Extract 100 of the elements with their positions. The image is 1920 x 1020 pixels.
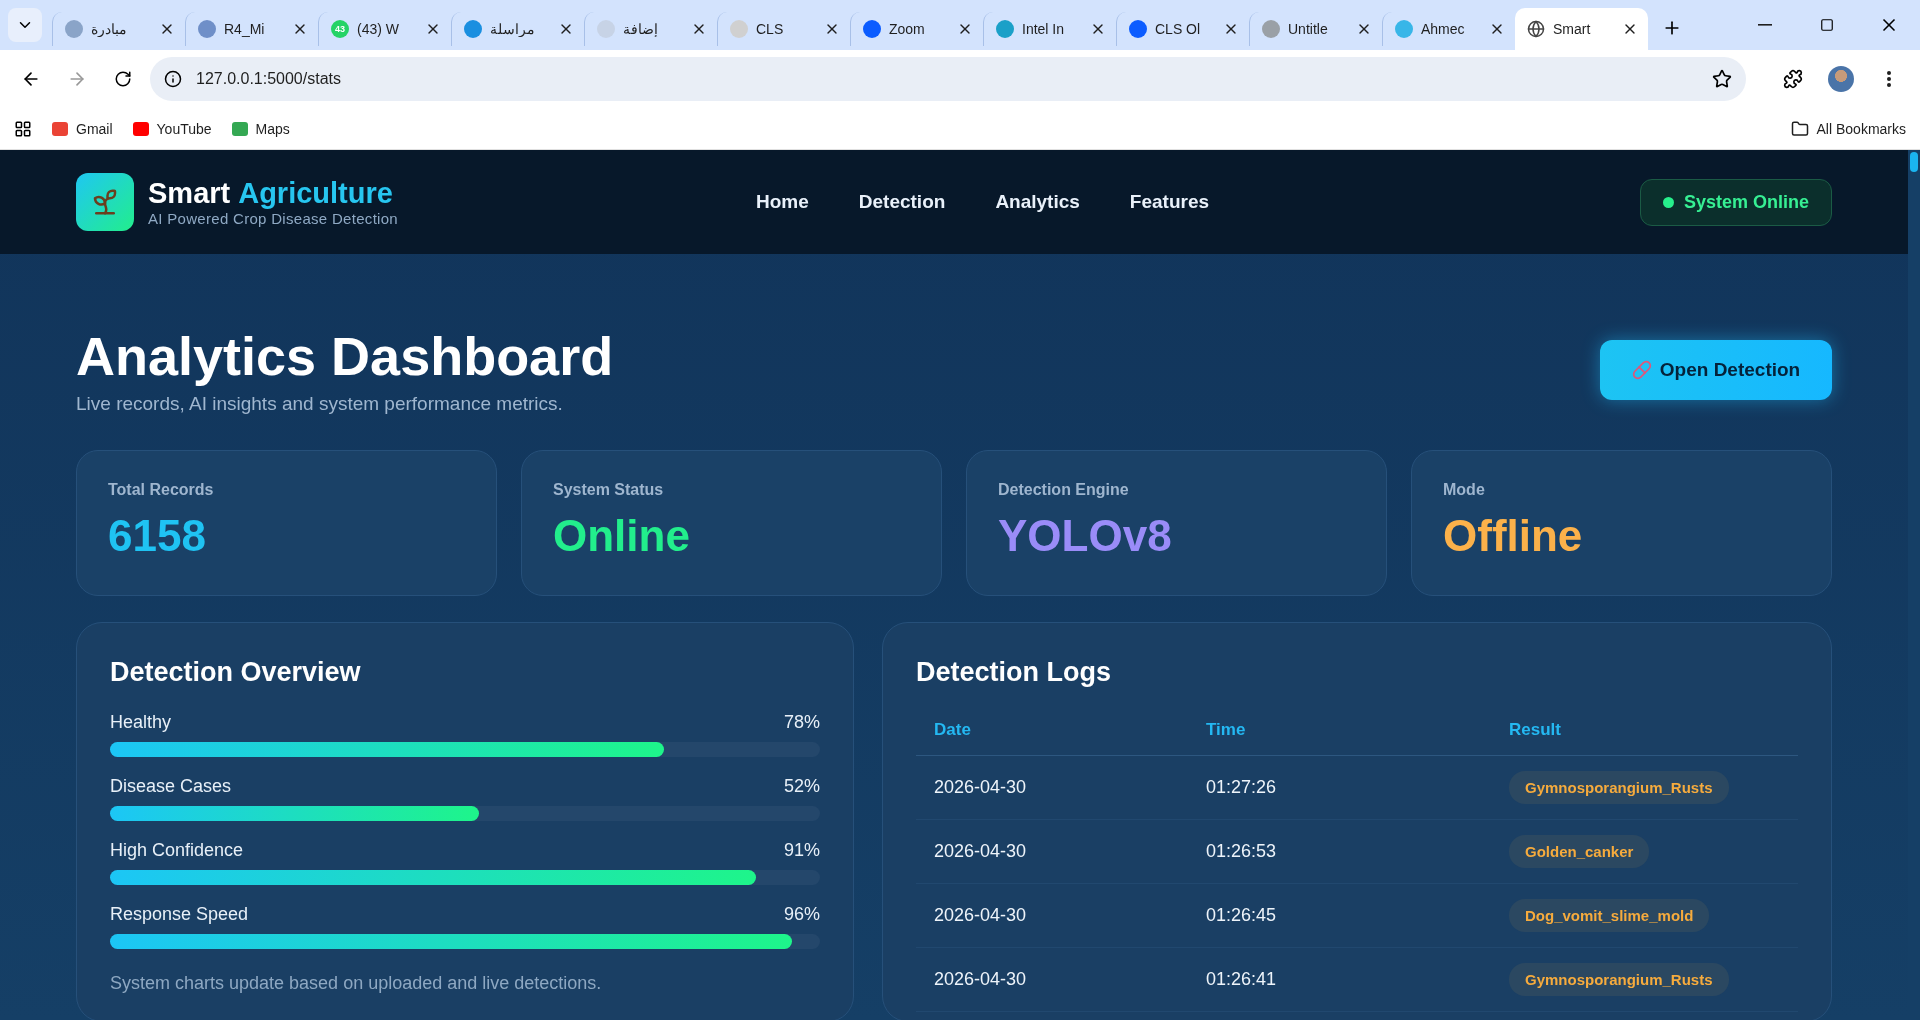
site-icon <box>863 20 881 38</box>
tab-title: CLS <box>756 21 785 37</box>
brand-title: Smart <box>148 177 231 210</box>
address-bar[interactable]: 127.0.0.1:5000/stats <box>150 57 1746 101</box>
site-icon <box>231 121 248 136</box>
column-header: Result <box>1509 719 1562 740</box>
site-icon <box>132 121 149 136</box>
all-bookmarks-button[interactable]: All Bookmarks <box>1790 119 1906 138</box>
table-cell-text: 2026-04-30 <box>934 777 1028 798</box>
brand-tagline: AI Powered Crop Disease Detection <box>148 210 400 227</box>
status-pill: System Online <box>1639 178 1832 226</box>
tab-title: CLS Ol <box>1155 21 1202 37</box>
table-cell-text: 2026-04-30 <box>934 841 1028 862</box>
stat-value: 6158 <box>108 511 207 561</box>
browser-tab[interactable]: Untitle <box>1249 12 1382 46</box>
site-icon <box>730 20 748 38</box>
tab-title: مراسلة <box>490 21 536 37</box>
browser-tab[interactable]: Ahmec <box>1382 12 1515 46</box>
stat-label: System Status <box>553 481 665 499</box>
browser-tab[interactable]: Intel In <box>983 12 1116 46</box>
nav-link[interactable]: Home <box>756 191 809 213</box>
menu-icon <box>1887 71 1891 87</box>
page-subtitle: Live records, AI insights and system performance metrics. <box>76 393 564 415</box>
result-tag: Dog_vomit_slime_mold <box>1509 899 1710 932</box>
tab-title: Ahmec <box>1421 21 1466 37</box>
nav-link[interactable]: Features <box>1129 191 1210 213</box>
table-cell-text: 2026-04-30 <box>934 905 1028 926</box>
result-tag: Gymnosporangium_Rusts <box>1509 771 1729 804</box>
profile-avatar[interactable] <box>1828 66 1854 92</box>
nav-link[interactable]: Detection <box>858 191 946 213</box>
tab-title: Smart <box>1553 21 1592 37</box>
tab-title: (43) W <box>357 21 400 37</box>
info-icon[interactable] <box>164 70 182 88</box>
browser-tab[interactable]: 43 (43) W <box>318 12 451 46</box>
browser-tab[interactable]: CLS Ol <box>1116 12 1249 46</box>
site-icon <box>65 20 83 38</box>
tab-title: Intel In <box>1022 21 1066 37</box>
browser-tab[interactable]: CLS <box>717 12 850 46</box>
brand-title-accent: Agriculture <box>238 177 393 210</box>
logo-icon <box>76 173 134 231</box>
result-tag: Golden_canker <box>1509 835 1650 868</box>
stat-value: Offline <box>1443 511 1584 561</box>
site-icon <box>996 20 1014 38</box>
tab-title: Untitle <box>1288 21 1329 37</box>
tab-title: مبادرة <box>91 21 128 37</box>
pill-icon <box>1631 360 1652 380</box>
metric-label: High Confidence <box>110 840 244 861</box>
panel-note: System charts update based on uploaded and live detections. <box>110 973 603 994</box>
puzzle-icon <box>1783 69 1803 89</box>
browser-tab[interactable]: Smart <box>1515 8 1648 50</box>
column-header: Date <box>934 719 972 740</box>
tab-title: R4_Mi <box>224 21 266 37</box>
restore-icon <box>1820 18 1834 32</box>
table-cell-text: 01:26:53 <box>1206 841 1278 862</box>
unread-count: 43 <box>335 24 345 34</box>
metric-reading: 78% <box>783 712 820 733</box>
tab-title: Zoom <box>889 21 926 37</box>
bookmark-link[interactable]: Maps <box>231 120 290 137</box>
panel-title: Detection Overview <box>110 657 362 688</box>
metric-label: Response Speed <box>110 904 249 925</box>
table-cell-text: 2026-04-30 <box>934 969 1028 990</box>
browser-tab[interactable]: مبادرة <box>52 12 185 46</box>
globe-icon <box>1527 20 1545 38</box>
metric-reading: 96% <box>783 904 820 925</box>
stat-value: YOLOv8 <box>998 511 1173 561</box>
metric-label: Disease Cases <box>110 776 232 797</box>
apps-icon[interactable] <box>14 119 32 138</box>
site-icon <box>1395 20 1413 38</box>
metric-label: Healthy <box>110 712 172 733</box>
column-header: Time <box>1206 719 1247 740</box>
folder-icon <box>1790 119 1809 138</box>
panel-title: Detection Logs <box>916 657 1112 688</box>
browser-tab[interactable]: إضافة <box>584 12 717 46</box>
open-detection-button[interactable]: Open Detection <box>1600 340 1832 400</box>
page-title: Analytics Dashboard <box>76 325 614 387</box>
stat-value: Online <box>553 511 691 561</box>
reload-icon <box>114 70 132 88</box>
stat-label: Mode <box>1443 481 1486 499</box>
site-icon <box>464 20 482 38</box>
site-icon <box>1129 20 1147 38</box>
table-cell-text: 01:26:41 <box>1206 969 1278 990</box>
bookmark-link[interactable]: Gmail <box>52 120 113 137</box>
browser-tab[interactable]: Zoom <box>850 12 983 46</box>
table-cell-text: 01:27:26 <box>1206 777 1278 798</box>
table-cell-text: 01:26:45 <box>1206 905 1278 926</box>
site-icon <box>52 121 68 136</box>
metric-reading: 52% <box>783 776 820 797</box>
star-icon[interactable] <box>1712 69 1732 89</box>
browser-tab[interactable]: مراسلة <box>451 12 584 46</box>
browser-tab[interactable]: R4_Mi <box>185 12 318 46</box>
tab-title: إضافة <box>623 21 659 37</box>
site-icon <box>198 20 216 38</box>
metric-reading: 91% <box>783 840 820 861</box>
stat-label: Detection Engine <box>998 481 1130 499</box>
stat-label: Total Records <box>108 481 215 499</box>
site-icon <box>1262 20 1280 38</box>
result-tag: Gymnosporangium_Rusts <box>1509 963 1729 996</box>
nav-link[interactable]: Analytics <box>995 191 1080 213</box>
bookmark-link[interactable]: YouTube <box>132 120 212 137</box>
minimize-icon <box>1758 24 1772 26</box>
